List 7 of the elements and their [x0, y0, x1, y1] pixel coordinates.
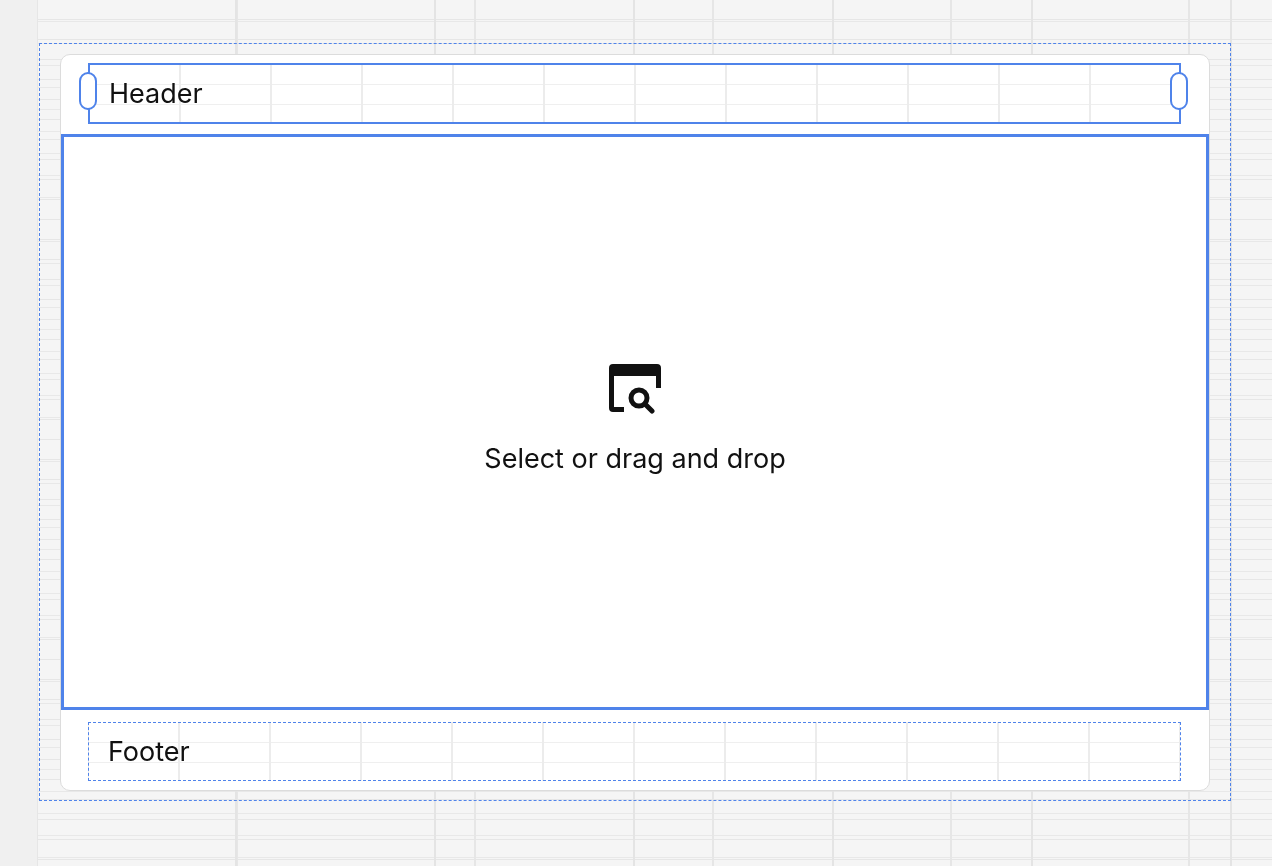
- drop-zone[interactable]: Select or drag and drop: [61, 134, 1209, 710]
- resize-handle[interactable]: [1170, 72, 1188, 110]
- window-search-icon: [609, 363, 661, 414]
- resize-handle[interactable]: [79, 72, 97, 110]
- header-region-label: Header: [109, 77, 203, 110]
- drop-zone-text: Select or drag and drop: [484, 441, 786, 475]
- footer-region-label: Footer: [108, 735, 190, 768]
